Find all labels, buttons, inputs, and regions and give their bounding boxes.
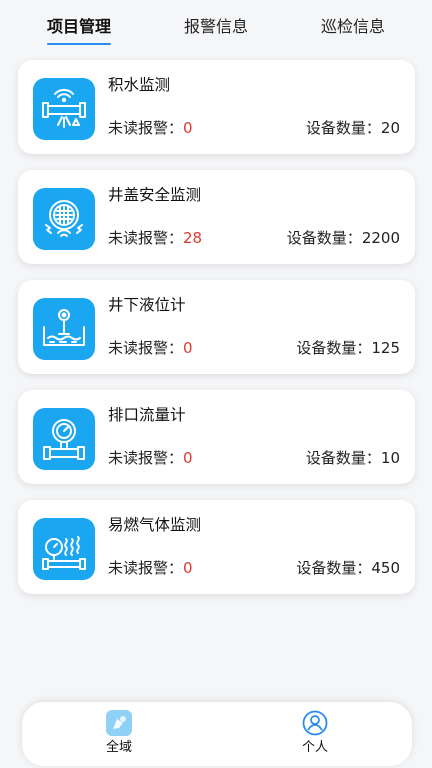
- device-count: 设备数量：2200: [287, 228, 400, 248]
- gas-detector-icon: [33, 518, 95, 580]
- project-card-manhole[interactable]: 井盖安全监测 未读报警：28 设备数量：2200: [18, 170, 415, 264]
- device-count-value: 125: [371, 339, 400, 357]
- device-count-value: 2200: [361, 229, 400, 247]
- flow-meter-icon: [33, 408, 95, 470]
- card-title: 积水监测: [108, 76, 171, 94]
- nav-item-personal[interactable]: 个人: [275, 710, 355, 762]
- tab-label: 报警信息: [184, 17, 249, 36]
- alarm-count: 0: [183, 559, 193, 577]
- project-card-liquid-level[interactable]: 井下液位计 未读报警：0 设备数量：125: [18, 280, 415, 374]
- liquid-level-icon: [33, 298, 95, 360]
- device-count-value: 20: [380, 119, 400, 137]
- alarm-count: 0: [183, 119, 193, 137]
- top-tab-bar: 项目管理 报警信息 巡检信息: [0, 0, 432, 52]
- alarm-label: 未读报警：: [108, 449, 184, 467]
- device-count-value: 10: [380, 449, 400, 467]
- device-count: 设备数量：20: [306, 118, 400, 138]
- alarm-label: 未读报警：: [108, 339, 184, 357]
- device-label: 设备数量：: [305, 119, 381, 137]
- unread-alarms: 未读报警：0: [108, 558, 193, 578]
- device-label: 设备数量：: [296, 559, 372, 577]
- waterlogging-pipe-icon: [33, 78, 95, 140]
- alarm-label: 未读报警：: [108, 119, 184, 137]
- nav-label: 全域: [105, 740, 132, 755]
- unread-alarms: 未读报警：0: [108, 338, 193, 358]
- tab-label: 项目管理: [47, 17, 112, 36]
- project-card-flow-meter[interactable]: 排口流量计 未读报警：0 设备数量：10: [18, 390, 415, 484]
- alarm-count: 0: [183, 449, 193, 467]
- region-icon: [106, 710, 132, 736]
- alarm-label: 未读报警：: [108, 229, 184, 247]
- device-label: 设备数量：: [286, 229, 362, 247]
- card-title: 排口流量计: [108, 406, 186, 424]
- person-icon: [302, 710, 328, 736]
- alarm-count: 0: [183, 339, 193, 357]
- nav-item-region[interactable]: 全域: [79, 710, 159, 762]
- tab-project-management[interactable]: 项目管理: [47, 16, 112, 45]
- tab-label: 巡检信息: [321, 17, 386, 36]
- card-title: 易燃气体监测: [108, 516, 202, 534]
- nav-label: 个人: [301, 740, 328, 755]
- project-card-waterlogging[interactable]: 积水监测 未读报警：0 设备数量：20: [18, 60, 415, 154]
- device-count: 设备数量：10: [306, 448, 400, 468]
- tab-inspection-info[interactable]: 巡检信息: [321, 16, 385, 38]
- card-title: 井盖安全监测: [108, 186, 202, 204]
- alarm-label: 未读报警：: [108, 559, 184, 577]
- unread-alarms: 未读报警：0: [108, 448, 193, 468]
- tab-alarm-info[interactable]: 报警信息: [184, 16, 248, 38]
- unread-alarms: 未读报警：28: [108, 228, 202, 248]
- bottom-nav-bar: 全域 个人: [22, 702, 412, 766]
- project-card-gas[interactable]: 易燃气体监测 未读报警：0 设备数量：450: [18, 500, 415, 594]
- unread-alarms: 未读报警：0: [108, 118, 193, 138]
- manhole-cover-icon: [33, 188, 95, 250]
- device-count: 设备数量：125: [296, 338, 400, 358]
- device-label: 设备数量：: [296, 339, 372, 357]
- alarm-count: 28: [183, 229, 203, 247]
- device-count-value: 450: [371, 559, 400, 577]
- card-title: 井下液位计: [108, 296, 186, 314]
- device-label: 设备数量：: [305, 449, 381, 467]
- active-tab-indicator: [47, 43, 112, 45]
- device-count: 设备数量：450: [296, 558, 400, 578]
